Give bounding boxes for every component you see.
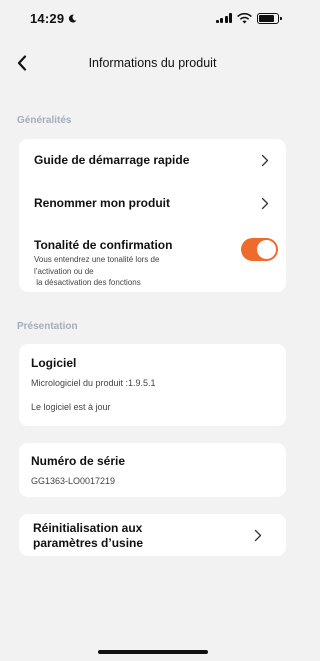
software-card: Logiciel Micrologiciel du produit :1.9.5… <box>19 344 286 426</box>
chevron-left-icon <box>17 55 27 71</box>
rename-product-item[interactable]: Renommer mon produit <box>34 194 271 212</box>
software-title: Logiciel <box>31 356 77 370</box>
quick-start-guide-item[interactable]: Guide de démarrage rapide <box>34 151 271 169</box>
battery-icon <box>257 12 282 24</box>
page-title: Informations du produit <box>88 56 217 70</box>
nav-header: Informations du produit <box>0 48 305 78</box>
chevron-right-icon <box>259 153 271 167</box>
wifi-icon <box>237 12 252 23</box>
description-line: la désactivation des fonctions <box>34 278 141 287</box>
time-text: 14:29 <box>30 10 65 26</box>
home-indicator[interactable] <box>98 650 208 654</box>
back-button[interactable] <box>10 51 34 75</box>
confirmation-tone-description: Vous entendrez une tonalité lors de l’ac… <box>34 254 214 289</box>
factory-reset-line: Réinitialisation aux <box>33 521 143 535</box>
status-icons <box>215 12 282 24</box>
section-title-presentation: Présentation <box>17 321 78 332</box>
chevron-right-icon <box>252 528 264 542</box>
rename-product-label: Renommer mon produit <box>34 196 171 210</box>
firmware-version: Micrologiciel du produit :1.9.5.1 <box>31 378 156 388</box>
description-line: l’activation ou de <box>34 266 94 276</box>
general-card: Guide de démarrage rapide Renommer mon p… <box>19 139 286 292</box>
factory-reset-item[interactable]: Réinitialisation aux paramètres d’usine <box>19 514 286 556</box>
section-title-general: Généralités <box>17 115 72 126</box>
software-status: Le logiciel est à jour <box>31 402 111 412</box>
description-line: Vous entendrez une tonalité lors de <box>34 255 160 264</box>
chevron-right-icon <box>259 196 271 210</box>
confirmation-tone-label: Tonalité de confirmation <box>34 238 173 252</box>
status-time: 14:29 <box>30 11 77 26</box>
quick-start-guide-label: Guide de démarrage rapide <box>34 153 190 167</box>
serial-title: Numéro de série <box>31 454 126 468</box>
cellular-signal-icon <box>215 13 232 23</box>
serial-value: GG1363-LO0017219 <box>31 476 116 486</box>
status-bar: 14:29 <box>0 0 305 36</box>
confirmation-tone-toggle[interactable] <box>241 238 278 261</box>
moon-icon <box>69 14 77 23</box>
toggle-knob <box>257 240 276 259</box>
factory-reset-label: Réinitialisation aux paramètres d’usine <box>33 521 143 551</box>
serial-card: Numéro de série GG1363-LO0017219 <box>19 443 286 497</box>
battery-fill <box>259 14 275 22</box>
confirmation-tone-item: Tonalité de confirmation Vous entendrez … <box>34 238 214 289</box>
factory-reset-line: paramètres d’usine <box>33 536 144 550</box>
